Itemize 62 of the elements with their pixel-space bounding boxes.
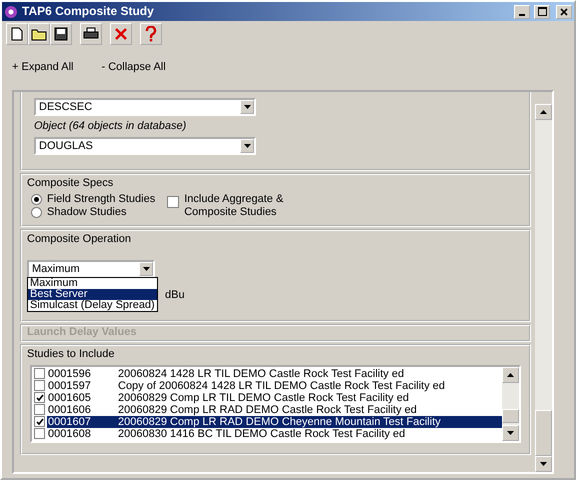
scroll-down-button[interactable] xyxy=(535,456,552,472)
close-button[interactable] xyxy=(556,4,572,18)
folder-icon[interactable] xyxy=(31,28,47,40)
checkbox[interactable] xyxy=(34,380,45,392)
delete-icon[interactable] xyxy=(114,27,128,41)
caret-up-icon xyxy=(507,372,514,377)
object-label: Object (64 objects in database) xyxy=(34,120,188,134)
collapse-all-link[interactable]: - Collapse All xyxy=(101,61,166,74)
radio-button[interactable] xyxy=(31,206,42,218)
checkmark-icon xyxy=(36,418,44,426)
dropdown-option[interactable]: Best Server xyxy=(28,289,157,300)
checkbox-label: Include Aggregate & Composite Studies xyxy=(184,192,284,219)
help-icon[interactable] xyxy=(145,26,157,42)
new-file-icon[interactable] xyxy=(11,27,23,41)
caret-down-icon xyxy=(244,144,250,148)
maximize-button[interactable] xyxy=(534,4,550,18)
printer-icon[interactable] xyxy=(82,27,100,41)
radio-button[interactable] xyxy=(31,194,42,205)
unit-label: dBu xyxy=(165,289,185,302)
save-icon[interactable] xyxy=(54,27,68,41)
group-title: Composite Operation xyxy=(27,232,132,246)
object-dropdown[interactable]: DOUGLAS xyxy=(34,137,256,156)
list-row[interactable]: 0001606 20060829 Comp LR RAD DEMO Castle Rock Test Facility ed xyxy=(47,404,502,416)
close-icon xyxy=(560,8,568,16)
maximize-icon xyxy=(538,7,546,16)
operation-dropdown[interactable]: Maximum xyxy=(27,260,155,278)
scroll-up-button[interactable] xyxy=(535,104,552,120)
group-title: Studies to Include xyxy=(27,348,116,361)
expand-all-link[interactable]: + Expand All xyxy=(12,61,74,74)
radio-label: Field Strength Studies xyxy=(47,192,156,206)
list-row[interactable]: 0001596 20060824 1428 LR TIL DEMO Castle Rock Test Facility ed xyxy=(47,368,502,380)
caret-down-icon xyxy=(244,105,250,110)
caret-down-icon xyxy=(142,267,150,272)
checkbox[interactable] xyxy=(34,368,45,380)
radio-dot-icon xyxy=(34,196,39,202)
scroll-up-button[interactable] xyxy=(502,366,519,383)
checkbox[interactable] xyxy=(34,416,45,428)
scroll-thumb[interactable] xyxy=(535,410,552,456)
dropdown-option[interactable]: Simulcast (Delay Spread) xyxy=(28,300,157,312)
checkbox[interactable] xyxy=(167,196,180,208)
scroll-down-button[interactable] xyxy=(502,424,519,441)
radio-label: Shadow Studies xyxy=(47,206,126,219)
caret-up-icon xyxy=(540,110,547,114)
scroll-thumb[interactable] xyxy=(502,408,519,423)
minimize-button[interactable] xyxy=(514,4,530,18)
checkbox[interactable] xyxy=(34,404,45,416)
caret-down-icon xyxy=(540,462,547,466)
checkbox[interactable] xyxy=(34,392,45,404)
dropdown-option[interactable]: Maximum xyxy=(28,278,157,290)
list-row[interactable]: 0001608 20060830 1416 BC TIL DEMO Castle Rock Test Facility ed xyxy=(47,428,502,440)
checkmark-icon xyxy=(36,394,44,402)
list-row[interactable]: 0001607 20060829 Comp LR RAD DEMO Cheyenne Mountain Test Facility xyxy=(47,416,502,428)
list-row[interactable]: 0001597 Copy of 20060824 1428 LR TIL DEMO Castle Rock Test Facility ed xyxy=(47,380,502,392)
app-icon xyxy=(4,4,18,18)
group-title: Composite Specs xyxy=(27,177,114,191)
window-title: TAP6 Composite Study xyxy=(22,4,155,19)
minimize-icon xyxy=(519,14,525,16)
field-dropdown[interactable]: DESCSEC xyxy=(34,98,256,116)
list-row[interactable]: 0001605 20060829 Comp LR TIL DEMO Castle Rock Test Facility ed xyxy=(47,392,502,404)
checkbox[interactable] xyxy=(34,428,45,440)
caret-down-icon xyxy=(507,430,514,435)
dropdown-list[interactable]: Maximum Best Server Simulcast (Delay Spread) xyxy=(27,277,158,312)
